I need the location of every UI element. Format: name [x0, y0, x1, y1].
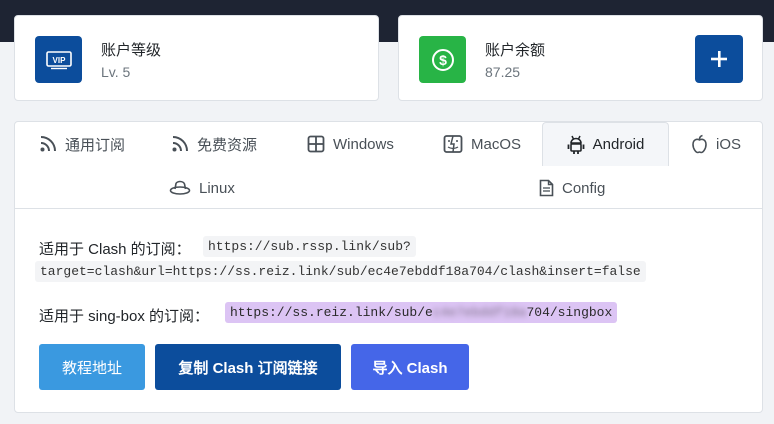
- tab-label: 通用订阅: [65, 136, 126, 154]
- singbox-url-suffix: 704/singbox: [526, 305, 613, 320]
- account-level-title: 账户等级: [101, 42, 162, 59]
- account-balance-title: 账户余额: [485, 42, 546, 59]
- tab-ios[interactable]: iOS: [681, 122, 751, 166]
- account-level-card: VIP 账户等级 Lv. 5: [14, 15, 379, 101]
- rss-icon: [40, 136, 56, 152]
- tab-label: Windows: [333, 135, 394, 153]
- android-icon: [567, 135, 585, 154]
- windows-icon: [307, 135, 325, 153]
- tab-label: Config: [562, 179, 606, 197]
- file-icon: [539, 179, 554, 197]
- add-balance-button[interactable]: [695, 35, 743, 83]
- account-level-value: Lv. 5: [101, 64, 131, 80]
- singbox-url-prefix: https://ss.reiz.link/sub/e: [230, 305, 433, 320]
- redacted-token: c4e7ebddf18a: [432, 305, 527, 320]
- subscription-tabs-card: 通用订阅 免费资源 Windows MacOS Android iOS Linu…: [14, 121, 763, 413]
- tutorial-button[interactable]: 教程地址: [39, 344, 145, 390]
- svg-text:$: $: [439, 52, 447, 68]
- finder-icon: [443, 135, 463, 153]
- apple-icon: [692, 134, 707, 154]
- singbox-subscription-label: 适用于 sing-box 的订阅：: [39, 308, 210, 325]
- account-balance-value: 87.25: [485, 64, 521, 80]
- vip-icon: VIP: [35, 36, 82, 83]
- tab-android[interactable]: Android: [542, 122, 669, 166]
- tab-label: Linux: [199, 179, 235, 197]
- redhat-icon: [169, 180, 191, 195]
- clash-url-line2[interactable]: target=clash&url=https://ss.reiz.link/su…: [35, 261, 646, 282]
- import-clash-button[interactable]: 导入 Clash: [351, 344, 469, 390]
- tab-label: MacOS: [471, 135, 522, 153]
- account-balance-card: $ 账户余额 87.25: [398, 15, 763, 101]
- plus-icon: [711, 51, 727, 67]
- tab-macos[interactable]: MacOS: [433, 122, 531, 166]
- rss-icon: [172, 136, 188, 152]
- tab-label: Android: [592, 136, 645, 153]
- tab-windows[interactable]: Windows: [297, 122, 404, 166]
- tab-label: iOS: [716, 135, 742, 153]
- money-icon: $: [419, 36, 466, 83]
- svg-text:VIP: VIP: [52, 56, 66, 65]
- tab-label: 免费资源: [197, 136, 258, 154]
- tab-config[interactable]: Config: [529, 166, 615, 210]
- copy-clash-link-button[interactable]: 复制 Clash 订阅链接: [155, 344, 341, 390]
- singbox-url[interactable]: https://ss.reiz.link/sub/ec4e7ebddf18a70…: [225, 302, 618, 323]
- tabs-divider: [15, 208, 762, 209]
- tab-linux[interactable]: Linux: [159, 166, 245, 210]
- clash-url-line1[interactable]: https://sub.rssp.link/sub?: [203, 236, 416, 257]
- tab-free-resources[interactable]: 免费资源: [161, 122, 267, 166]
- tab-general-subscription[interactable]: 通用订阅: [29, 122, 135, 166]
- clash-subscription-label: 适用于 Clash 的订阅：: [39, 241, 191, 258]
